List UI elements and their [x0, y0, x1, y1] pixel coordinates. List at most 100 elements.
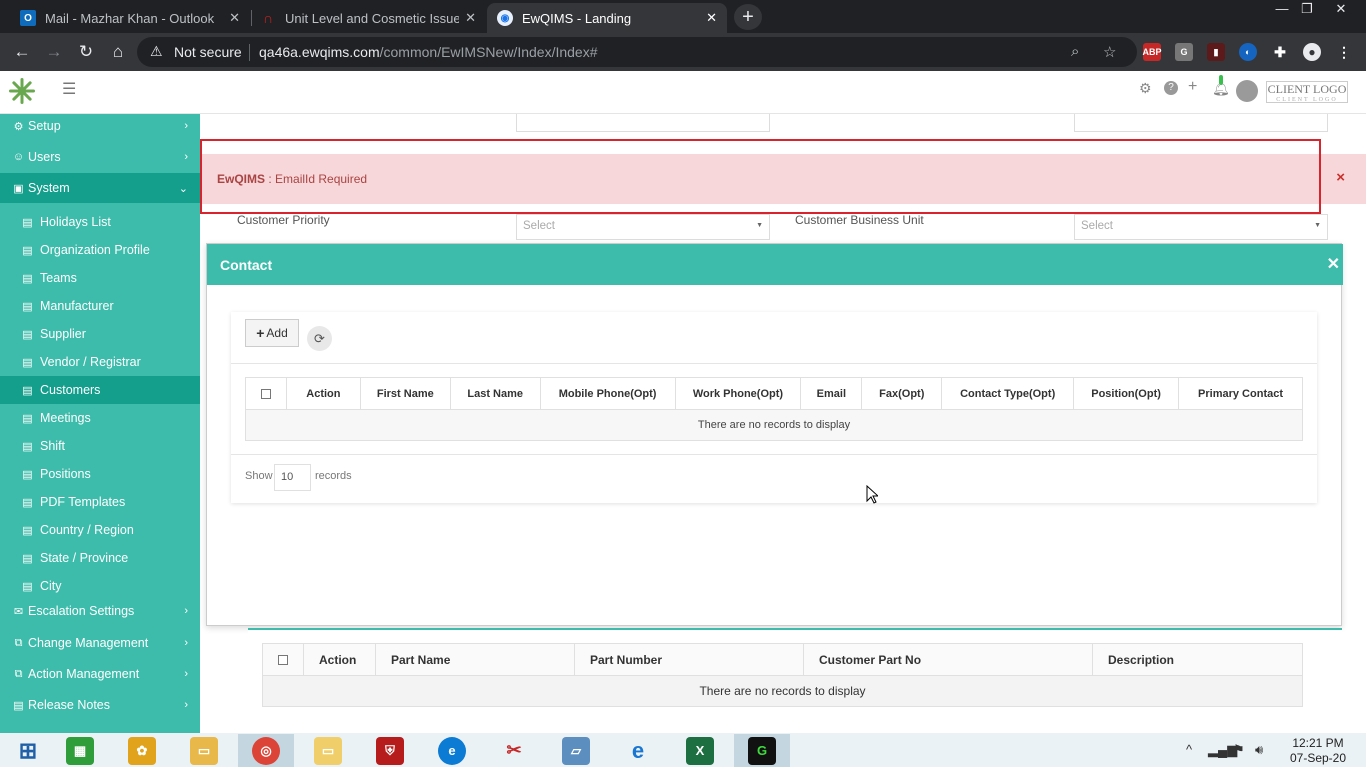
adblock-icon[interactable]: ABP [1143, 43, 1162, 61]
close-icon[interactable]: ✕ [706, 10, 717, 26]
taskbar-edge[interactable]: e [424, 734, 480, 767]
taskbar-greenshot[interactable]: G [734, 734, 790, 767]
page-size-input[interactable]: 10 [274, 464, 311, 491]
forward-icon[interactable]: → [44, 42, 64, 62]
sidebar-item-teams[interactable]: ▤ Teams [0, 264, 200, 292]
form-field-ghost[interactable] [1074, 114, 1328, 132]
column-header[interactable]: Position(Opt) [1073, 377, 1180, 410]
gear-icon[interactable]: ⚙ [1139, 80, 1152, 97]
sidebar-item-change-management[interactable]: ⧉ Change Management › [0, 628, 200, 658]
column-header[interactable]: Mobile Phone(Opt) [539, 377, 676, 410]
scissors-icon: ✂ [506, 740, 522, 760]
pdf-extension-icon[interactable]: ▮ [1207, 43, 1225, 61]
system-clock[interactable]: 12:21 PM 07-Sep-20 [1285, 736, 1351, 766]
column-header[interactable]: Part Name [375, 643, 575, 676]
taskbar-notepad[interactable]: ▱ [548, 734, 604, 767]
avatar[interactable] [1236, 80, 1258, 102]
modal-close-icon[interactable]: ✕ [1327, 254, 1340, 274]
new-tab-button[interactable]: + [734, 4, 762, 30]
sidebar-item-shift[interactable]: ▤ Shift [0, 432, 200, 460]
help-icon[interactable]: ? [1164, 81, 1178, 95]
form-field-ghost[interactable] [516, 114, 770, 132]
taskbar-security[interactable]: ⛨ [362, 734, 418, 767]
document-icon: ▤ [22, 272, 33, 285]
column-header[interactable]: Primary Contact [1178, 377, 1303, 410]
sidebar-item-system[interactable]: ▣ System ⌄ [0, 173, 200, 203]
table-row: There are no records to display [245, 409, 1303, 441]
volume-icon[interactable]: 🔊︎ [1255, 742, 1263, 758]
star-icon[interactable]: ☆ [1103, 43, 1116, 61]
zoom-icon[interactable]: ⌕ [1071, 43, 1079, 60]
address-bar[interactable]: ⚠ Not secure qa46a.ewqims.com/common/EwI… [137, 37, 1137, 67]
sidebar-item-state-province[interactable]: ▤ State / Province [0, 544, 200, 572]
back-icon[interactable]: ← [12, 42, 32, 62]
home-icon[interactable]: ⌂ [108, 42, 128, 62]
column-header[interactable]: Customer Part No [803, 643, 1093, 676]
sidebar-item-supplier[interactable]: ▤ Supplier [0, 320, 200, 348]
taskbar-folder[interactable]: ▭ [300, 734, 356, 767]
reload-icon[interactable]: ↻ [76, 42, 96, 62]
sidebar-item-manufacturer[interactable]: ▤ Manufacturer [0, 292, 200, 320]
sidebar-item-pdf-templates[interactable]: ▤ PDF Templates [0, 488, 200, 516]
sidebar-item-release-notes[interactable]: ▤ Release Notes › [0, 690, 200, 720]
column-header[interactable]: Contact Type(Opt) [941, 377, 1075, 410]
column-header[interactable]: Email [800, 377, 863, 410]
select-all-checkbox[interactable] [278, 655, 288, 666]
refresh-button[interactable]: ⟳ [307, 326, 332, 351]
taskbar-excel[interactable]: X [672, 734, 728, 767]
sidebar-item-users[interactable]: ☺ Users › [0, 142, 200, 172]
sidebar-item-label: Customers [40, 383, 101, 397]
grammar-extension-icon[interactable]: G [1175, 43, 1193, 61]
tab-ewqims[interactable]: ◉ EwQIMS - Landing ✕ [487, 3, 727, 33]
sidebar-item-organization-profile[interactable]: ▤ Organization Profile [0, 236, 200, 264]
menu-kebab-icon[interactable]: ⋮ [1335, 43, 1353, 61]
select-all-checkbox[interactable] [260, 388, 271, 399]
customer-business-unit-select[interactable]: Select ▼ [1074, 214, 1328, 240]
start-button[interactable]: ⊞ [0, 734, 56, 767]
taskbar-snipping[interactable]: ✂ [486, 734, 542, 767]
sidebar-item-country-region[interactable]: ▤ Country / Region [0, 516, 200, 544]
column-header[interactable]: Last Name [449, 377, 541, 410]
tray-chevron-up-icon[interactable]: ^ [1186, 742, 1192, 757]
sidebar-item-vendor-registrar[interactable]: ▤ Vendor / Registrar [0, 348, 200, 376]
plus-icon[interactable]: + [1188, 78, 1197, 96]
sidebar-item-action-management[interactable]: ⧉ Action Management › [0, 659, 200, 689]
close-icon[interactable]: ✕ [229, 10, 240, 26]
taskbar-store[interactable]: ▦ [52, 734, 108, 767]
profile-icon[interactable]: ● [1303, 43, 1321, 61]
tab-outlook[interactable]: O Mail - Mazhar Khan - Outlook ✕ [10, 3, 250, 33]
taskbar-file-explorer[interactable]: ▭ [176, 734, 232, 767]
sidebar-item-positions[interactable]: ▤ Positions [0, 460, 200, 488]
sidebar-item-customers[interactable]: ▤ Customers [0, 376, 200, 404]
flag-icon[interactable]: ⚑ [1233, 742, 1245, 758]
app-logo-icon[interactable] [8, 77, 36, 105]
sidebar-item-setup[interactable]: ⚙ Setup › [0, 114, 200, 141]
hamburger-icon[interactable]: ☰ [62, 79, 76, 99]
customer-priority-select[interactable]: Select ▼ [516, 214, 770, 240]
show-label: Show [245, 470, 273, 482]
column-header[interactable]: Fax(Opt) [861, 377, 943, 410]
close-icon[interactable]: ✕ [465, 10, 476, 26]
tab-title: EwQIMS - Landing [522, 10, 632, 26]
add-contact-button[interactable]: + Add [245, 319, 299, 347]
window-close-icon[interactable]: ✕ [1326, 0, 1356, 18]
contact-grid-panel: + Add ⟳ Action First Name Last Name Mobil… [231, 312, 1317, 503]
taskbar-app-flower[interactable]: ✿ [114, 734, 170, 767]
sidebar-item-holidays-list[interactable]: ▤ Holidays List [0, 208, 200, 236]
column-header[interactable]: Part Number [574, 643, 804, 676]
taskbar-chrome[interactable]: ◎ [238, 734, 294, 767]
column-header[interactable]: First Name [359, 377, 451, 410]
sidebar-item-meetings[interactable]: ▤ Meetings [0, 404, 200, 432]
extensions-icon[interactable]: ✚ [1271, 43, 1289, 61]
alert-close-icon[interactable]: × [1336, 169, 1345, 186]
column-header[interactable]: Action [285, 377, 361, 410]
sidebar-item-escalation-settings[interactable]: ✉ Escalation Settings › [0, 596, 200, 626]
url-text[interactable]: qa46a.ewqims.com/common/EwIMSNew/Index/I… [259, 44, 598, 60]
tab-issues[interactable]: ∩ Unit Level and Cosmetic Issues # ✕ [250, 3, 486, 33]
restore-icon[interactable]: ❐ [1292, 0, 1322, 18]
vpn-extension-icon[interactable]: ◐ [1239, 43, 1257, 61]
column-header[interactable]: Description [1092, 643, 1303, 676]
column-header[interactable]: Action [303, 643, 376, 676]
column-header[interactable]: Work Phone(Opt) [674, 377, 802, 410]
taskbar-ie[interactable]: e [610, 734, 666, 767]
